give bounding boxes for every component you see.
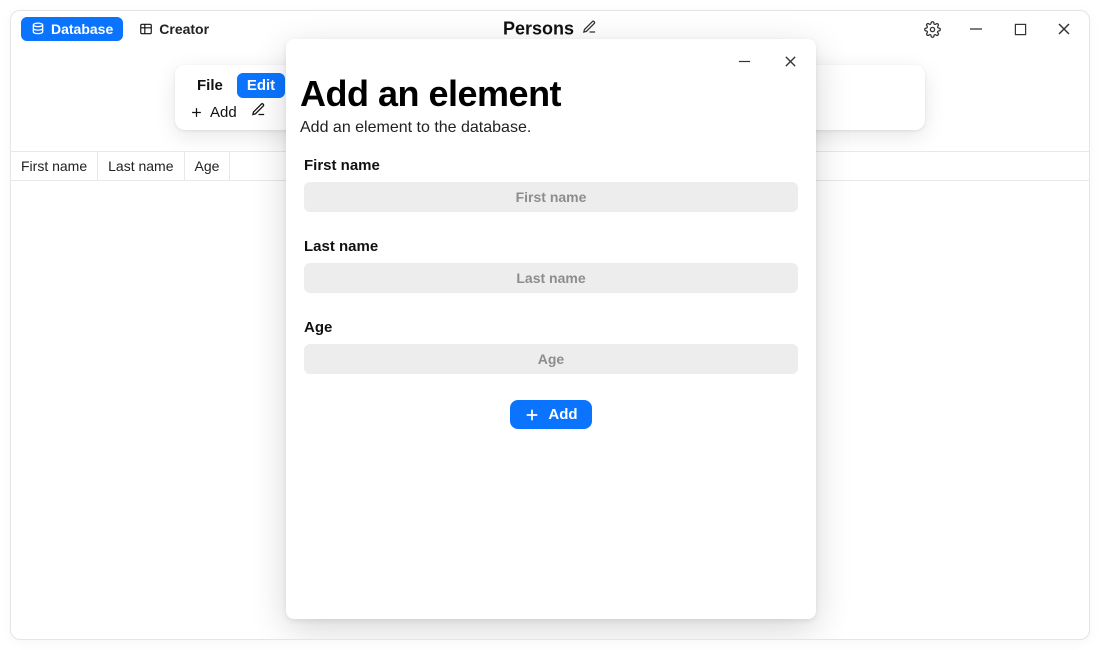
app-window: Database Creator Persons xyxy=(10,10,1090,640)
label-age: Age xyxy=(304,319,798,336)
tab-label: Creator xyxy=(159,21,209,37)
label-last-name: Last name xyxy=(304,238,798,255)
input-age[interactable] xyxy=(304,344,798,374)
database-icon xyxy=(31,22,45,36)
pencil-icon[interactable] xyxy=(582,19,597,40)
tab-creator[interactable]: Creator xyxy=(129,17,219,41)
add-submit-button[interactable]: Add xyxy=(510,400,591,429)
menu-file[interactable]: File xyxy=(187,73,233,98)
pencil-icon[interactable] xyxy=(251,102,266,122)
minimize-button[interactable] xyxy=(967,20,985,38)
page-title-text: Persons xyxy=(503,19,574,40)
column-first-name[interactable]: First name xyxy=(11,152,98,180)
window-controls xyxy=(923,20,1083,38)
dialog-close-button[interactable] xyxy=(782,53,798,69)
input-first-name[interactable] xyxy=(304,182,798,212)
maximize-button[interactable] xyxy=(1011,20,1029,38)
tab-database[interactable]: Database xyxy=(21,17,123,41)
tab-label: Database xyxy=(51,21,113,37)
gear-icon[interactable] xyxy=(923,20,941,38)
dialog-titlebar xyxy=(300,53,802,69)
column-age[interactable]: Age xyxy=(185,152,231,180)
dialog-form: First name Last name Age Add xyxy=(300,137,802,429)
dialog-title: Add an element xyxy=(300,73,802,115)
add-element-dialog: Add an element Add an element to the dat… xyxy=(286,39,816,619)
label-first-name: First name xyxy=(304,157,798,174)
toolbar-add-label: Add xyxy=(210,104,237,121)
close-button[interactable] xyxy=(1055,20,1073,38)
toolbar-add-button[interactable]: Add xyxy=(189,104,237,121)
input-last-name[interactable] xyxy=(304,263,798,293)
menu-edit[interactable]: Edit xyxy=(237,73,285,98)
column-last-name[interactable]: Last name xyxy=(98,152,184,180)
dialog-subtitle: Add an element to the database. xyxy=(300,119,802,137)
tabstrip: Database Creator xyxy=(21,17,219,41)
add-submit-label: Add xyxy=(548,406,577,423)
dialog-minimize-button[interactable] xyxy=(736,53,752,69)
table-icon xyxy=(139,22,153,36)
page-title: Persons xyxy=(503,19,597,40)
